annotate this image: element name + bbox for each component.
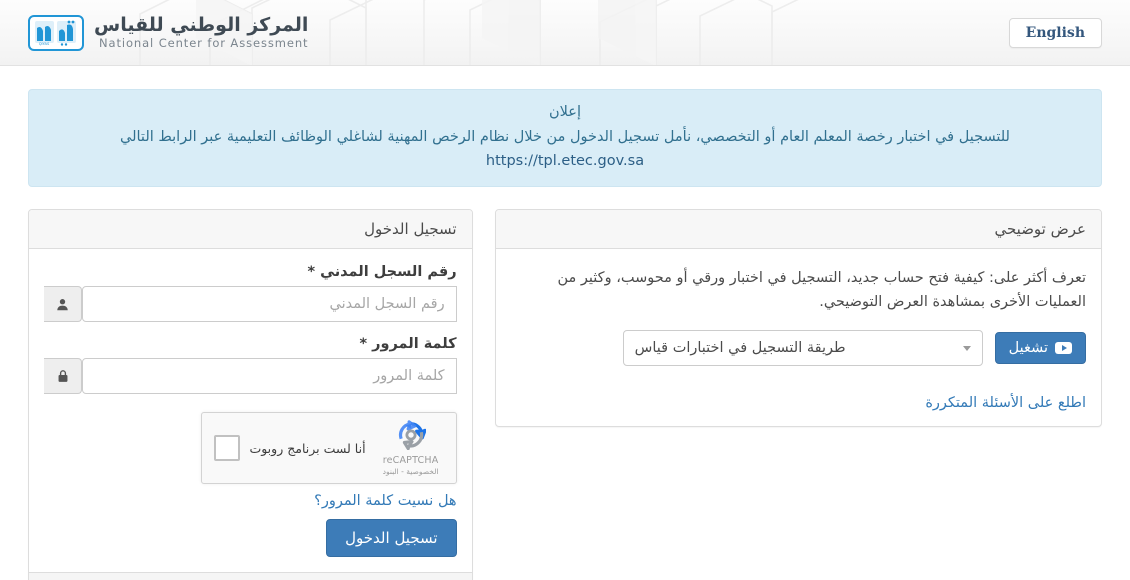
recaptcha-widget[interactable]: أنا لست برنامج روبوت reCAPTCHA الخصوصية … bbox=[200, 412, 457, 484]
qiyas-logo-icon: QIYAS bbox=[28, 14, 84, 51]
chevron-down-icon bbox=[962, 345, 971, 351]
youtube-play-icon bbox=[1055, 342, 1072, 354]
demo-column: عرض توضيحي تعرف أكثر على: كيفية فتح حساب… bbox=[494, 209, 1102, 427]
login-panel: تسجيل الدخول رقم السجل المدني * رقم السج… bbox=[28, 209, 473, 580]
demo-topic-select[interactable]: طريقة التسجيل في اختبارات قياس bbox=[622, 330, 983, 366]
demo-controls-row: تشغيل طريقة التسجيل في اختبارات قياس bbox=[511, 330, 1086, 366]
forgot-password-link[interactable]: هل نسيت كلمة المرور؟ bbox=[314, 493, 456, 509]
faq-link[interactable]: اطلع على الأسئلة المتكررة bbox=[925, 395, 1086, 411]
brand-text: المركز الوطني للقياس National Center for… bbox=[94, 13, 309, 51]
demo-panel: عرض توضيحي تعرف أكثر على: كيفية فتح حساب… bbox=[494, 209, 1102, 427]
announcement-body: للتسجيل في اختبار رخصة المعلم العام أو ا… bbox=[43, 125, 1087, 173]
national-id-label: رقم السجل المدني * bbox=[307, 264, 457, 280]
recaptcha-label: أنا لست برنامج روبوت bbox=[249, 440, 366, 456]
page-content: إعلان للتسجيل في اختبار رخصة المعلم العا… bbox=[0, 89, 1130, 580]
faq-line: اطلع على الأسئلة المتكررة bbox=[511, 392, 1086, 411]
play-button-label: تشغيل bbox=[1008, 340, 1048, 356]
main-columns: عرض توضيحي تعرف أكثر على: كيفية فتح حساب… bbox=[28, 209, 1102, 580]
password-label: كلمة المرور * bbox=[359, 336, 457, 352]
password-input[interactable] bbox=[82, 358, 457, 394]
recaptcha-checkbox[interactable] bbox=[213, 435, 240, 461]
password-group: كلمة المرور * bbox=[44, 336, 457, 394]
recaptcha-logo-icon bbox=[398, 420, 427, 451]
login-panel-body: رقم السجل المدني * كلم bbox=[29, 249, 472, 572]
announcement-alert: إعلان للتسجيل في اختبار رخصة المعلم العا… bbox=[28, 89, 1102, 187]
announcement-link[interactable]: https://tpl.etec.gov.sa bbox=[486, 149, 644, 173]
forgot-password-line: هل نسيت كلمة المرور؟ bbox=[44, 490, 456, 509]
demo-select-value: طريقة التسجيل في اختبارات قياس bbox=[634, 340, 846, 356]
brand-name-arabic: المركز الوطني للقياس bbox=[94, 13, 309, 36]
svg-text:QIYAS: QIYAS bbox=[39, 42, 50, 46]
login-actions: تسجيل الدخول bbox=[44, 519, 457, 557]
demo-description: تعرف أكثر على: كيفية فتح حساب جديد، التس… bbox=[557, 270, 1086, 310]
lock-icon bbox=[44, 358, 82, 394]
language-toggle-button[interactable]: English bbox=[1008, 17, 1102, 48]
national-id-input[interactable] bbox=[82, 286, 457, 322]
login-panel-footer: سجل الان ! ليس لديك حساب في (قياس) bbox=[29, 572, 472, 580]
demo-panel-body: تعرف أكثر على: كيفية فتح حساب جديد، التس… bbox=[496, 249, 1101, 426]
recaptcha-brand-name: reCAPTCHA bbox=[382, 455, 439, 466]
announcement-title: إعلان bbox=[549, 104, 581, 120]
national-id-input-group bbox=[44, 286, 457, 322]
brand-name-english: National Center for Assessment bbox=[99, 36, 309, 51]
announcement-text: للتسجيل في اختبار رخصة المعلم العام أو ا… bbox=[120, 129, 1010, 145]
login-submit-button[interactable]: تسجيل الدخول bbox=[326, 519, 457, 557]
header-inner: English المركز الوطني للقياس National Ce… bbox=[0, 0, 1130, 65]
password-input-group bbox=[44, 358, 457, 394]
user-icon bbox=[44, 286, 82, 322]
brand-logo-group: المركز الوطني للقياس National Center for… bbox=[28, 13, 309, 51]
recaptcha-brand-legal: الخصوصية - البنود bbox=[382, 467, 439, 476]
play-video-button[interactable]: تشغيل bbox=[994, 332, 1086, 364]
site-header: English المركز الوطني للقياس National Ce… bbox=[0, 0, 1130, 66]
login-panel-heading: تسجيل الدخول bbox=[29, 210, 472, 249]
demo-panel-heading: عرض توضيحي bbox=[495, 210, 1101, 249]
national-id-group: رقم السجل المدني * bbox=[44, 264, 457, 322]
recaptcha-row: أنا لست برنامج روبوت reCAPTCHA الخصوصية … bbox=[44, 412, 457, 484]
recaptcha-brand: reCAPTCHA الخصوصية - البنود bbox=[378, 420, 444, 476]
login-column: تسجيل الدخول رقم السجل المدني * رقم السج… bbox=[28, 209, 473, 580]
